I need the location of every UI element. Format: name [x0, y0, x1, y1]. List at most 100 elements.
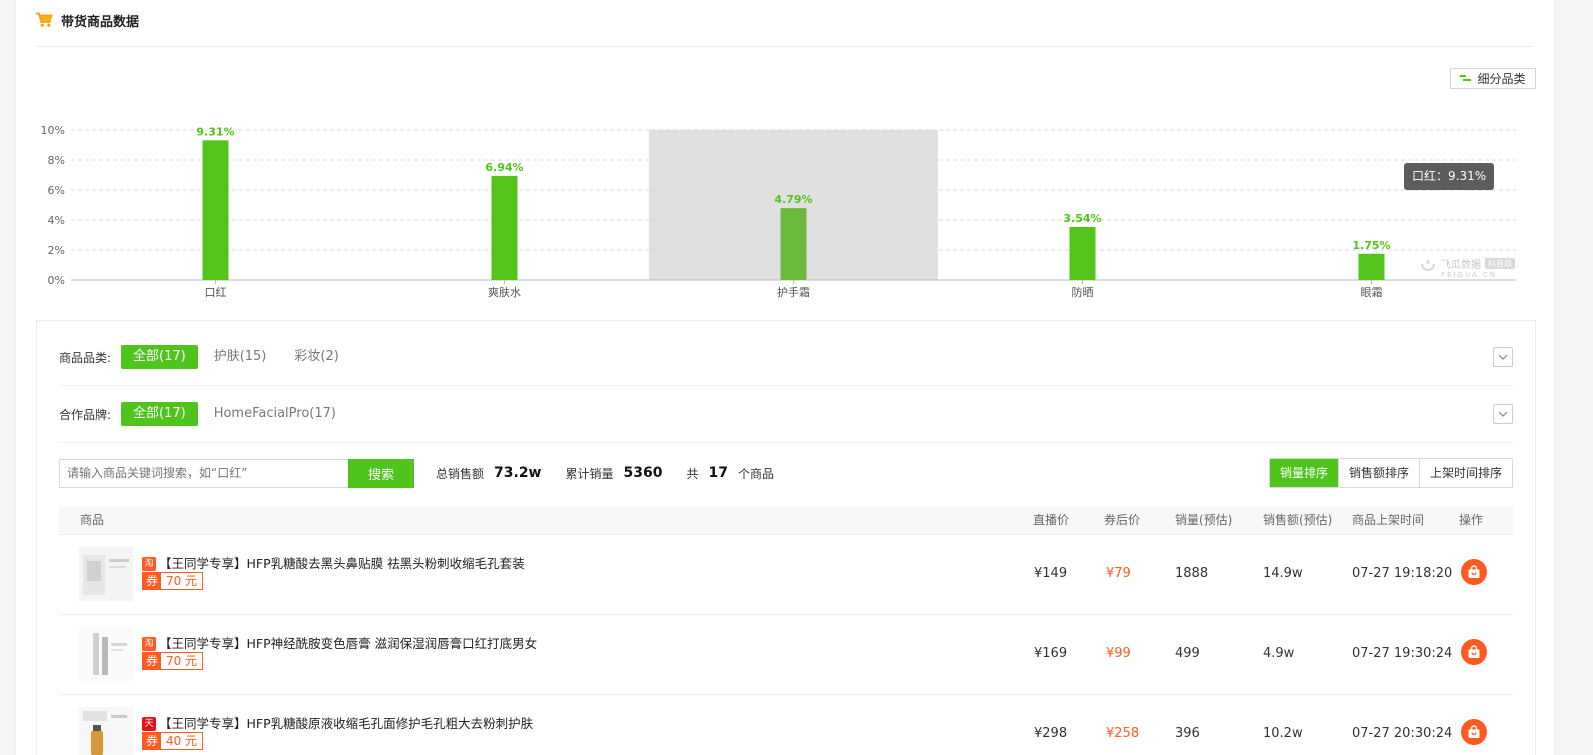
y-tick-label: 10%: [41, 124, 65, 137]
coupon-value: 40 元: [161, 733, 203, 749]
watermark-text: 飞瓜数据: [1441, 260, 1481, 271]
shopping-bag-icon: [1468, 725, 1480, 738]
x-tick-label: 眼霜: [1361, 286, 1383, 299]
after-coupon-price: ¥79: [1106, 566, 1131, 581]
sales-amount: 14.9w: [1263, 566, 1303, 581]
table-header: 商品 直播价 券后价 销量(预估) 销售额(预估) 商品上架时间 操作: [59, 506, 1513, 535]
listing-time: 07-27 19:18:20: [1352, 566, 1453, 581]
sales-amount: 4.9w: [1263, 646, 1295, 661]
total-sales-label: 总销售额: [436, 466, 485, 481]
product-thumbnail: [79, 707, 133, 755]
col-volume: 销量(预估): [1175, 513, 1233, 527]
table-row[interactable]: 淘 【王同学专享】HFP神经酰胺变色唇膏 滋润保湿润唇膏口红打底男女 券 70 …: [59, 615, 1513, 695]
chart-bar: [202, 140, 229, 280]
count-prefix: 共: [686, 466, 699, 481]
listing-time: 07-27 20:30:24: [1352, 726, 1453, 741]
product-search-input[interactable]: [59, 458, 348, 488]
product-title[interactable]: 【王同学专享】HFP神经酰胺变色唇膏 滋润保湿润唇膏口红打底男女: [159, 633, 537, 652]
brand-expand-button[interactable]: [1493, 404, 1513, 424]
col-after-coupon-price: 券后价: [1104, 513, 1141, 527]
y-tick-label: 6%: [48, 184, 65, 197]
total-sales-value: 73.2w: [494, 465, 542, 481]
y-tick-label: 0%: [48, 274, 65, 287]
watermark: 飞瓜数据 抖音版: [1419, 256, 1515, 271]
section-title: 带货商品数据: [61, 14, 140, 30]
sort-by-sales-button[interactable]: 销售额排序: [1337, 459, 1419, 487]
chevron-down-icon: [1498, 411, 1508, 417]
subcategory-button-label: 细分品类: [1477, 72, 1526, 86]
product-list-section: 商品品类: 全部(17) 护肤(15) 彩妆(2) 合作品牌: 全部(17) H…: [36, 320, 1536, 755]
watermark-sub: FEIGUA.CN: [1441, 271, 1498, 279]
product-title[interactable]: 【王同学专享】HFP乳糖酸去黑头鼻贴膜 祛黑头粉刺收缩毛孔套装: [159, 553, 525, 572]
product-data-panel: 带货商品数据 细分品类 0% 2% 4% 6% 8% 10% 9.31% 口红 6.94% 爽肤水…: [15, 0, 1555, 755]
after-coupon-price: ¥258: [1106, 726, 1140, 741]
feigua-logo-icon: [1421, 259, 1435, 271]
chevron-down-icon: [1498, 354, 1508, 360]
coupon-value: 70 元: [161, 653, 203, 669]
coupon-tag: 券: [143, 573, 162, 589]
sort-by-volume-button[interactable]: 销量排序: [1269, 459, 1338, 487]
tmall-platform-badge: 天猫: [142, 717, 156, 743]
bar-value-label: 9.31%: [196, 125, 234, 138]
bar-value-label: 4.79%: [774, 193, 812, 206]
total-sales-stat: 总销售额 73.2w: [436, 465, 552, 482]
category-expand-button[interactable]: [1493, 347, 1513, 367]
sales-amount: 10.2w: [1263, 726, 1303, 741]
shopping-bag-button[interactable]: [1461, 719, 1487, 745]
table-row[interactable]: 淘 【王同学专享】HFP乳糖酸去黑头鼻贴膜 祛黑头粉刺收缩毛孔套装 券 70 元…: [59, 535, 1513, 615]
sort-by-listing-time-button[interactable]: 上架时间排序: [1418, 459, 1512, 487]
category-share-bar-chart: 0% 2% 4% 6% 8% 10% 9.31% 口红 6.94% 爽肤水 4.79% 护手霜 3.54…: [41, 124, 1516, 299]
shopping-bag-icon: [1468, 645, 1480, 658]
y-tick-label: 8%: [48, 154, 65, 167]
count-stat: 共 17 个商品: [686, 465, 774, 482]
col-action: 操作: [1459, 513, 1484, 527]
sales-volume: 1888: [1175, 566, 1209, 581]
table-row[interactable]: 天猫 【王同学专享】HFP乳糖酸原液收缩毛孔面修护毛孔粗大去粉刺护肤 券 40 …: [59, 695, 1513, 755]
brand-option-all[interactable]: 全部(17): [121, 402, 198, 426]
taobao-platform-badge: 淘: [142, 557, 156, 571]
brand-option-homefacialpro[interactable]: HomeFacialPro(17): [202, 402, 348, 426]
chart-tooltip: 口红：9.31%: [1404, 163, 1495, 190]
shopping-bag-button[interactable]: [1461, 639, 1487, 665]
col-live-price: 直播价: [1033, 513, 1070, 527]
chart-bar: [1358, 253, 1385, 280]
category-filter-label: 商品品类:: [59, 350, 112, 365]
category-option-skincare[interactable]: 护肤(15): [202, 345, 279, 369]
coupon-value: 70 元: [161, 573, 203, 589]
volume-label: 累计销量: [565, 466, 614, 481]
shopping-bag-button[interactable]: [1461, 559, 1487, 585]
category-filter-row: 商品品类: 全部(17) 护肤(15) 彩妆(2): [59, 329, 1513, 386]
coupon-tag: 券: [143, 653, 162, 669]
product-thumbnail: [79, 547, 133, 601]
live-price: ¥298: [1034, 726, 1068, 741]
product-title[interactable]: 【王同学专享】HFP乳糖酸原液收缩毛孔面修护毛孔粗大去粉刺护肤: [159, 713, 533, 732]
taobao-platform-badge: 淘: [142, 637, 156, 651]
search-button[interactable]: 搜索: [348, 458, 414, 488]
col-sales: 销售额(预估): [1263, 513, 1333, 527]
watermark-badge: 抖音版: [1485, 258, 1515, 269]
category-option-makeup[interactable]: 彩妆(2): [282, 345, 350, 369]
product-thumbnail: [79, 627, 133, 681]
listing-time: 07-27 19:30:24: [1352, 646, 1453, 661]
bar-value-label: 3.54%: [1063, 212, 1101, 225]
header-divider: [36, 46, 1534, 47]
live-price: ¥169: [1034, 646, 1068, 661]
x-tick-label: 防晒: [1072, 285, 1094, 299]
brand-filter-label: 合作品牌:: [59, 407, 112, 422]
after-coupon-price: ¥99: [1106, 646, 1131, 661]
filter-lines-icon: [1460, 75, 1472, 81]
bar-value-label: 6.94%: [485, 161, 523, 174]
coupon-badge: 券 70 元: [142, 652, 204, 670]
chart-bar: [1069, 226, 1096, 280]
section-header: 带货商品数据: [36, 10, 139, 30]
coupon-badge: 券 40 元: [142, 732, 204, 750]
search-stats-row: 搜索 总销售额 73.2w 累计销量 5360 共 17 个商品 销量排序 销售…: [59, 457, 1513, 489]
x-tick-label: 爽肤水: [488, 285, 521, 299]
category-option-all[interactable]: 全部(17): [121, 345, 198, 369]
sales-volume: 499: [1175, 646, 1200, 661]
subcategory-button[interactable]: 细分品类: [1450, 68, 1536, 89]
y-tick-label: 2%: [48, 244, 65, 257]
col-product: 商品: [80, 513, 105, 527]
x-tick-label: 口红: [205, 286, 227, 299]
coupon-tag: 券: [143, 733, 162, 749]
